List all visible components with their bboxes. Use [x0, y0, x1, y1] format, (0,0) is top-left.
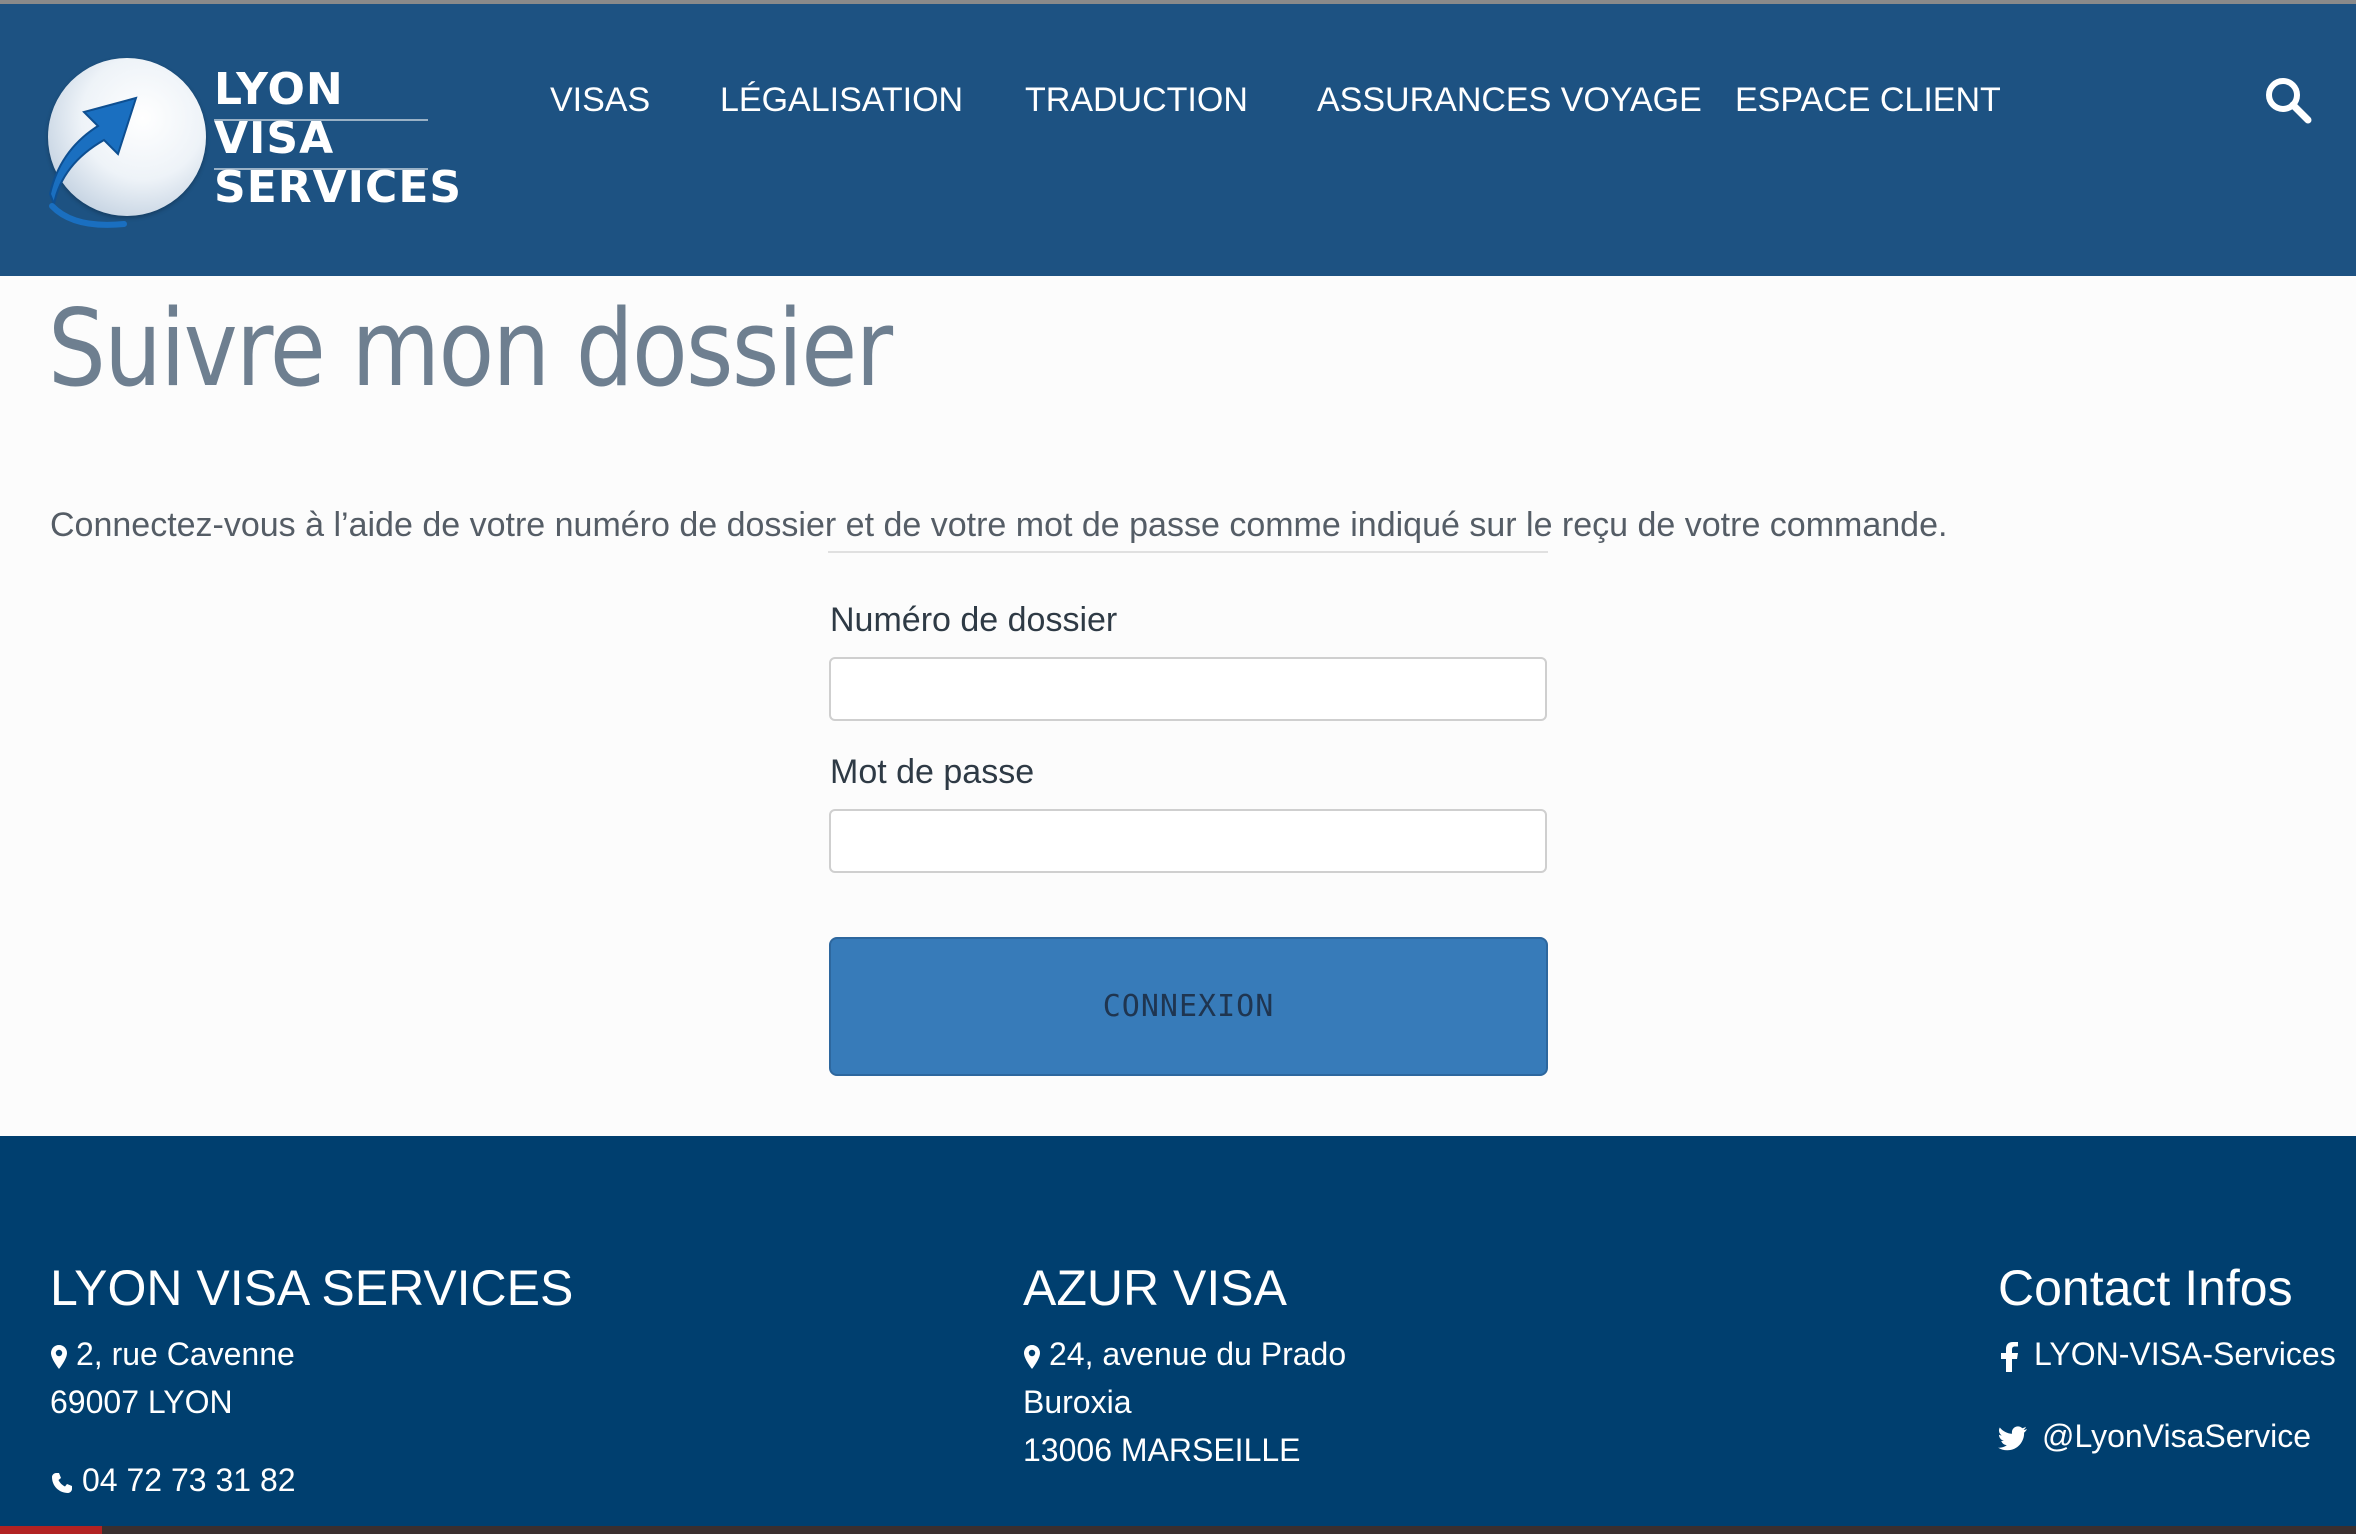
footer-azur-block: AZUR VISA 24, avenue du Prado Buroxia 13…	[1023, 1258, 1346, 1474]
map-marker-icon	[51, 1344, 67, 1369]
dossier-number-input[interactable]	[829, 657, 1547, 721]
password-input[interactable]	[829, 809, 1547, 873]
intro-text: Connectez-vous à l’aide de votre numéro …	[50, 506, 1948, 544]
page-title: Suivre mon dossier	[48, 287, 893, 410]
nav-item-espace-client[interactable]: ESPACE CLIENT	[1735, 78, 2001, 122]
connexion-button[interactable]: CONNEXION	[829, 937, 1548, 1076]
footer-lyon-city: 69007 LYON	[50, 1384, 233, 1420]
twitter-link-label[interactable]: @LyonVisaService	[2042, 1418, 2311, 1454]
facebook-icon	[2001, 1341, 2018, 1372]
nav-item-assurances-voyage[interactable]: ASSURANCES VOYAGE	[1317, 78, 1702, 122]
map-marker-icon	[1024, 1344, 1040, 1369]
footer-facebook-link[interactable]: LYON-VISA-Services	[1998, 1330, 2336, 1378]
nav-item-traduction[interactable]: TRADUCTION	[1025, 78, 1248, 122]
site-header: LYON VISA SERVICES VISAS LÉGALISATION TR…	[0, 4, 2356, 276]
site-logo[interactable]: LYON VISA SERVICES	[44, 54, 461, 236]
footer-bottom-bar	[0, 1526, 2356, 1534]
footer-contact-block: Contact Infos LYON-VISA-Services @LyonVi…	[1998, 1258, 2336, 1460]
footer-lyon-phone-number[interactable]: 04 72 73 31 82	[82, 1462, 296, 1498]
nav-item-visas[interactable]: VISAS	[550, 78, 650, 122]
nav-item-legalisation[interactable]: LÉGALISATION	[720, 78, 963, 122]
search-icon[interactable]	[2262, 74, 2314, 126]
logo-text-services: SERVICES	[214, 162, 463, 213]
facebook-link-label[interactable]: LYON-VISA-Services	[2034, 1336, 2336, 1372]
dossier-number-label: Numéro de dossier	[830, 601, 1118, 639]
footer-bottom-accent	[0, 1526, 102, 1534]
footer-azur-address: 24, avenue du Prado	[1023, 1330, 1346, 1378]
divider	[828, 551, 1548, 553]
footer-lyon-phone: 04 72 73 31 82	[50, 1456, 573, 1504]
footer-lyon-block: LYON VISA SERVICES 2, rue Cavenne 69007 …	[50, 1258, 573, 1504]
footer-twitter-link[interactable]: @LyonVisaService	[1998, 1412, 2336, 1460]
logo-text-visa: VISA	[214, 113, 335, 164]
footer-azur-street: 24, avenue du Prado	[1049, 1336, 1347, 1372]
logo-arrow-icon	[48, 96, 138, 228]
footer-azur-building: Buroxia	[1023, 1384, 1132, 1420]
footer-contact-title: Contact Infos	[1998, 1260, 2293, 1316]
footer-lyon-title: LYON VISA SERVICES	[50, 1260, 574, 1316]
footer-lyon-street: 2, rue Cavenne	[76, 1336, 295, 1372]
phone-icon	[52, 1472, 72, 1493]
site-footer: LYON VISA SERVICES 2, rue Cavenne 69007 …	[0, 1136, 2356, 1534]
logo-text-lyon: LYON	[214, 64, 344, 115]
password-label: Mot de passe	[830, 753, 1035, 791]
footer-lyon-address: 2, rue Cavenne	[50, 1330, 573, 1378]
footer-azur-title: AZUR VISA	[1023, 1260, 1287, 1316]
twitter-icon	[1998, 1425, 2027, 1450]
footer-azur-city: 13006 MARSEILLE	[1023, 1432, 1301, 1468]
